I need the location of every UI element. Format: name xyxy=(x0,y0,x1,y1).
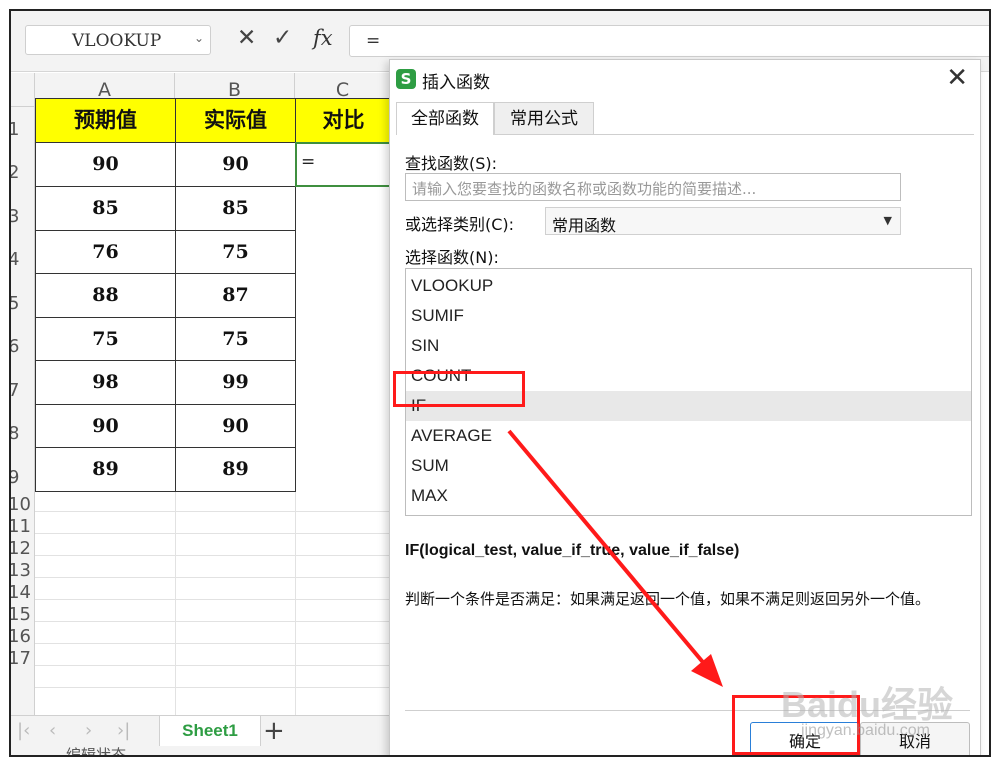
screenshot-frame: VLOOKUP ⌄ ✕ ✓ fx = A B C 1 2 3 4 5 6 7 8… xyxy=(9,9,991,757)
annotation-arrow-shaft xyxy=(507,429,719,681)
annotation-arrow-head xyxy=(691,654,723,687)
baidu-watermark: Baidu经验 jingyan.baidu.com xyxy=(781,676,954,739)
annotation-arrow-svg xyxy=(507,429,723,687)
watermark-url: jingyan.baidu.com xyxy=(801,722,930,739)
watermark-text: Baidu经验 xyxy=(781,684,954,725)
